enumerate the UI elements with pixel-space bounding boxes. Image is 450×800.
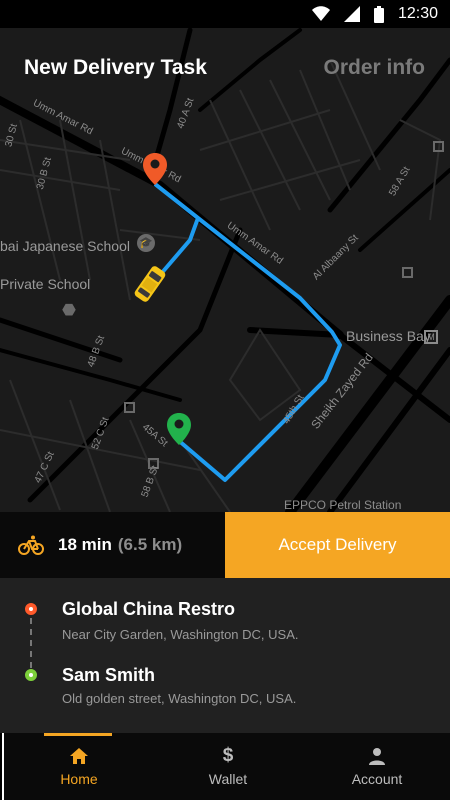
accept-delivery-button[interactable]: Accept Delivery bbox=[225, 512, 450, 578]
battery-icon bbox=[373, 5, 384, 23]
delivery-details: Global China Restro Near City Garden, Wa… bbox=[0, 578, 450, 733]
nav-wallet-label: Wallet bbox=[208, 770, 248, 787]
metro-icon: M bbox=[424, 330, 438, 344]
map-square-icon bbox=[402, 267, 413, 278]
nav-home-label: Home bbox=[60, 770, 98, 787]
school-icon: 🎓 bbox=[137, 234, 155, 252]
map-label: bai Japanese School bbox=[0, 238, 130, 254]
map-label: EPPCO Petrol Station bbox=[284, 498, 402, 512]
map-label: Business Bay bbox=[346, 328, 431, 344]
status-time: 12:30 bbox=[397, 5, 438, 22]
pickup-dot-icon bbox=[25, 603, 37, 615]
nav-account[interactable]: Account bbox=[302, 733, 450, 800]
header: New Delivery Task Order info bbox=[0, 50, 450, 90]
dropoff-dot-icon bbox=[25, 669, 37, 681]
dropoff-pin-icon[interactable] bbox=[166, 412, 192, 446]
bottom-nav: Home $ Wallet Account bbox=[2, 733, 450, 800]
map-label: Private School bbox=[0, 276, 91, 292]
nav-home[interactable]: Home bbox=[4, 733, 154, 800]
order-info-tab[interactable]: Order info bbox=[323, 56, 425, 80]
wifi-icon bbox=[311, 6, 330, 21]
person-icon bbox=[369, 747, 385, 765]
home-icon bbox=[70, 747, 88, 764]
pickup-pin-icon[interactable] bbox=[142, 152, 168, 186]
pickup-name: Global China Restro bbox=[62, 599, 236, 619]
school-icon: ⬣ bbox=[62, 302, 76, 319]
nav-account-label: Account bbox=[351, 770, 403, 787]
signal-icon bbox=[343, 6, 360, 22]
eta-distance: (6.5 km) bbox=[117, 535, 183, 554]
courier-vehicle-icon bbox=[134, 266, 166, 302]
eta-minutes: 18 min bbox=[58, 535, 112, 554]
route-connector bbox=[30, 618, 32, 668]
dropoff-address: Old golden street, Washington DC, USA. bbox=[62, 691, 297, 706]
map-square-icon bbox=[433, 141, 444, 152]
eta-bar: 18 min (6.5 km) Accept Delivery bbox=[0, 512, 450, 578]
eta-info: 18 min (6.5 km) bbox=[18, 512, 182, 578]
dollar-icon: $ bbox=[222, 744, 234, 766]
bicycle-icon bbox=[18, 535, 44, 555]
status-bar: 12:30 bbox=[0, 0, 450, 28]
page-title: New Delivery Task bbox=[24, 56, 207, 79]
nav-wallet[interactable]: $ Wallet bbox=[153, 733, 303, 800]
dropoff-name: Sam Smith bbox=[62, 665, 156, 685]
map-square-icon bbox=[124, 402, 135, 413]
pickup-address: Near City Garden, Washington DC, USA. bbox=[62, 627, 299, 642]
